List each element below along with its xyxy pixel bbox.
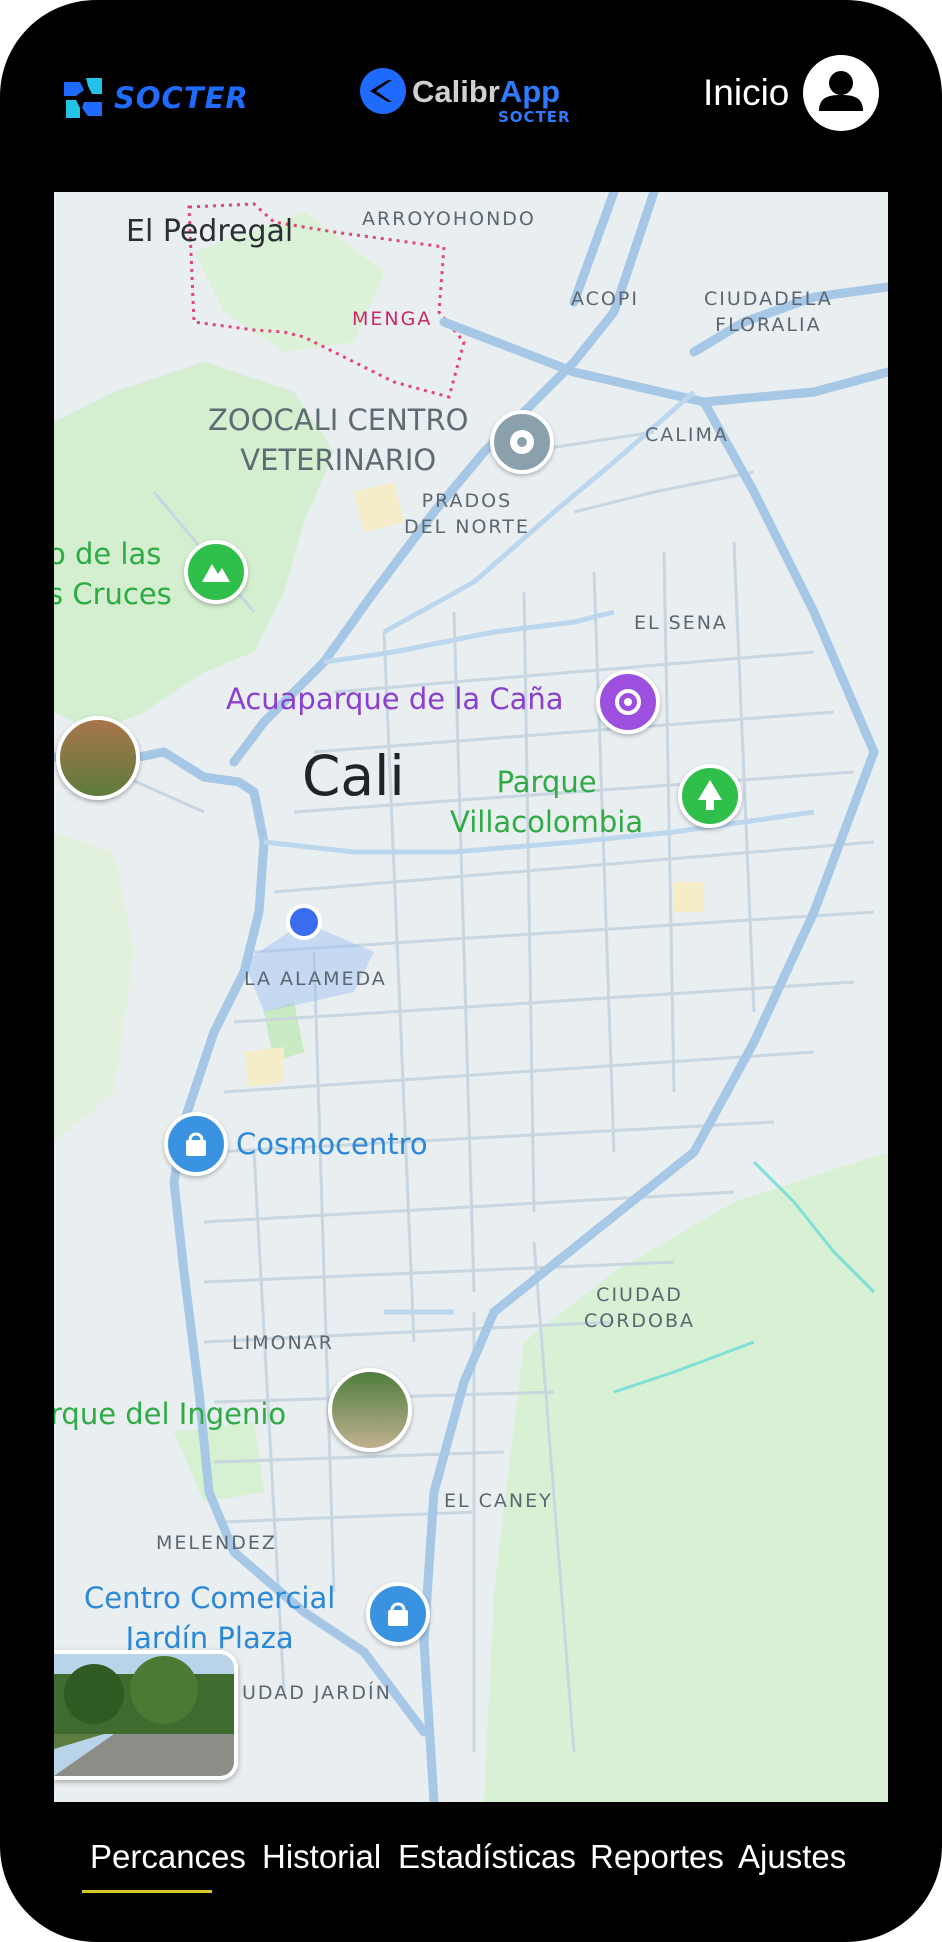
- map-canvas: [54, 192, 888, 1802]
- street-view-thumbnail[interactable]: [54, 1650, 238, 1780]
- place-label-line-1: ZOOCALI CENTRO: [208, 403, 469, 437]
- area-label-acopi: ACOPI: [571, 288, 639, 310]
- calibrapp-logo-main: Calibr: [412, 74, 500, 109]
- tab-reportes[interactable]: Reportes: [590, 1838, 724, 1876]
- place-label-cosmocentro: Cosmocentro: [236, 1127, 428, 1161]
- calibrapp-logo-sub: SOCTER: [498, 108, 571, 126]
- area-label-menga: MENGA: [352, 308, 433, 330]
- attraction-pin-icon[interactable]: [596, 670, 660, 734]
- area-label-el-caney: EL CANEY: [444, 1490, 553, 1512]
- place-label-line-2: s Cruces: [54, 577, 172, 611]
- socter-logo-text: SOCTER: [114, 81, 249, 115]
- photo-pin-zoo[interactable]: [56, 716, 140, 800]
- active-tab-indicator: [82, 1890, 212, 1893]
- area-label-line-2: CORDOBA: [584, 1310, 696, 1332]
- mountain-pin-icon[interactable]: [184, 540, 248, 604]
- photo-pin-ingenio[interactable]: [328, 1368, 412, 1452]
- tab-percances[interactable]: Percances: [90, 1838, 246, 1876]
- area-label-ciudadela-floralia: CIUDADELA FLORALIA: [704, 286, 833, 338]
- place-label-acuaparque: Acuaparque de la Caña: [226, 682, 564, 716]
- area-label-el-sena: EL SENA: [634, 612, 728, 634]
- place-label-zoocali: ZOOCALI CENTRO VETERINARIO: [208, 400, 469, 480]
- shopping-pin-icon[interactable]: [164, 1112, 228, 1176]
- area-label-ciudad-cordoba: CIUDAD CORDOBA: [584, 1282, 695, 1334]
- socter-logo: SOCTER: [62, 74, 249, 122]
- bottom-tab-bar: Percances Historial Estadísticas Reporte…: [0, 1802, 942, 1942]
- app-header: SOCTER CalibrApp SOCTER Inicio: [0, 0, 942, 190]
- calibrapp-logo-app: App: [499, 74, 561, 109]
- inicio-link[interactable]: Inicio: [703, 72, 789, 114]
- place-label-line-1: Centro Comercial: [84, 1581, 336, 1615]
- place-label-centro-comercial: Centro Comercial Jardín Plaza: [84, 1578, 335, 1658]
- place-label-cerro-cruces: o de las s Cruces: [54, 534, 172, 614]
- place-label-parque-ingenio: rque del Ingenio: [54, 1397, 287, 1431]
- calibrapp-logo-text: CalibrApp: [412, 74, 560, 110]
- tab-historial[interactable]: Historial: [262, 1838, 381, 1876]
- zoo-pin-icon[interactable]: [490, 410, 554, 474]
- place-label-line-2: Villacolombia: [450, 805, 644, 839]
- area-label-arroyohondo: ARROYOHONDO: [362, 208, 536, 230]
- area-label-line-1: PRADOS: [421, 490, 513, 512]
- user-icon: [819, 71, 863, 111]
- tab-estadisticas[interactable]: Estadísticas: [398, 1838, 576, 1876]
- place-label-line-1: Parque: [496, 765, 597, 799]
- place-label-parque-villacolombia: Parque Villacolombia: [450, 762, 643, 842]
- map-view[interactable]: ARROYOHONDO MENGA ACOPI CIUDADELA FLORAL…: [54, 192, 888, 1802]
- place-label-line-2: VETERINARIO: [240, 443, 437, 477]
- area-label-line-2: FLORALIA: [715, 314, 822, 336]
- area-label-la-alameda: LA ALAMEDA: [244, 968, 387, 990]
- area-label-line-2: DEL NORTE: [404, 516, 530, 538]
- socter-logo-icon: [62, 76, 106, 120]
- area-label-line-1: CIUDADELA: [704, 288, 833, 310]
- area-label-limonar: LIMONAR: [232, 1332, 334, 1354]
- place-label-el-pedregal: El Pedregal: [126, 214, 294, 249]
- phone-frame: SOCTER CalibrApp SOCTER Inicio ARROYOHON…: [0, 0, 942, 1942]
- shopping-pin-icon[interactable]: [366, 1582, 430, 1646]
- area-label-prados-del-norte: PRADOS DEL NORTE: [404, 488, 530, 540]
- area-label-melendez: MELENDEZ: [156, 1532, 277, 1554]
- city-label-cali: Cali: [302, 744, 405, 808]
- tab-ajustes[interactable]: Ajustes: [738, 1838, 846, 1876]
- user-avatar-button[interactable]: [803, 55, 879, 131]
- area-label-line-1: CIUDAD: [596, 1284, 683, 1306]
- calibrapp-logo-icon: [358, 66, 408, 116]
- area-label-calima: CALIMA: [645, 424, 729, 446]
- place-label-line-1: o de las: [54, 537, 162, 571]
- park-pin-icon[interactable]: [678, 764, 742, 828]
- area-label-ciudad-jardin: UDAD JARDÍN: [242, 1682, 392, 1704]
